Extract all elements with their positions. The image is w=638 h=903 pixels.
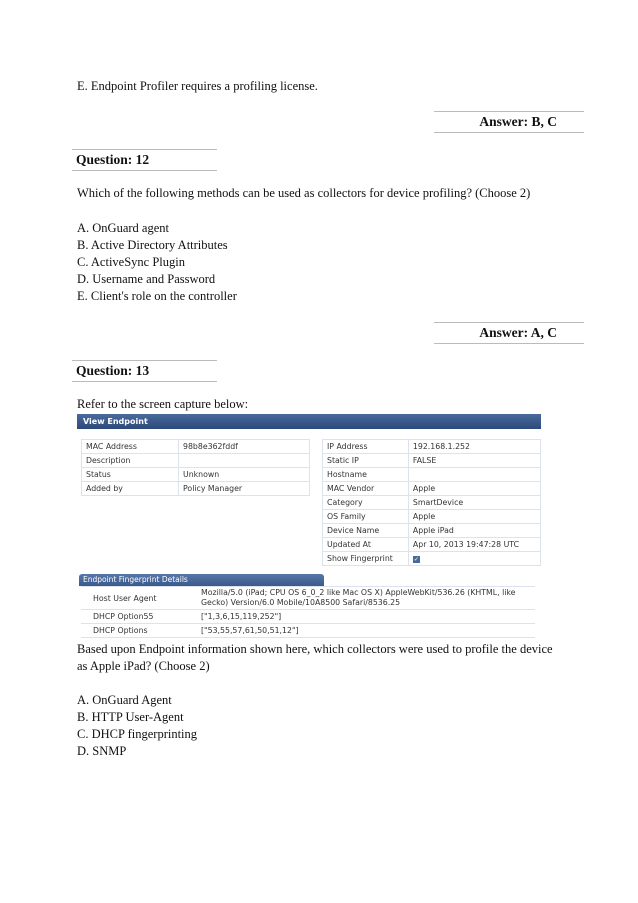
table-row: Show Fingerprint ✓ bbox=[322, 551, 541, 566]
fingerprint-table: Host User Agent Mozilla/5.0 (iPad; CPU OS… bbox=[81, 586, 535, 638]
table-row: Description bbox=[81, 453, 310, 468]
q13-intro: Refer to the screen capture below: bbox=[77, 397, 249, 411]
table-row: Host User Agent Mozilla/5.0 (iPad; CPU OS… bbox=[81, 586, 535, 610]
q12-option-b: B. Active Directory Attributes bbox=[77, 238, 228, 252]
q12-title-box: Question: 12 bbox=[72, 149, 217, 171]
q12-option-c: C. ActiveSync Plugin bbox=[77, 255, 185, 269]
field-label: Category bbox=[322, 495, 409, 510]
endpoint-screenshot: View Endpoint MAC Address 98b8e362fddf De… bbox=[77, 414, 541, 640]
table-row: DHCP Option55 ["1,3,6,15,119,252"] bbox=[81, 609, 535, 624]
field-label: MAC Address bbox=[81, 439, 179, 454]
table-row: Category SmartDevice bbox=[322, 495, 541, 510]
field-label: Updated At bbox=[322, 537, 409, 552]
field-value: Apr 10, 2013 19:47:28 UTC bbox=[407, 537, 541, 552]
field-value: 192.168.1.252 bbox=[407, 439, 541, 454]
endpoint-left-table: MAC Address 98b8e362fddf Description Stat… bbox=[81, 439, 310, 496]
table-row: DHCP Options ["53,55,57,61,50,51,12"] bbox=[81, 623, 535, 638]
field-value: ["53,55,57,61,50,51,12"] bbox=[197, 623, 535, 638]
q13-option-a: A. OnGuard Agent bbox=[77, 693, 172, 707]
field-label: DHCP Options bbox=[81, 623, 197, 638]
field-value bbox=[407, 467, 541, 482]
field-label: IP Address bbox=[322, 439, 409, 454]
field-value: ["1,3,6,15,119,252"] bbox=[197, 609, 535, 624]
field-value: SmartDevice bbox=[407, 495, 541, 510]
q11-answer: Answer: B, C bbox=[479, 114, 557, 129]
field-label: OS Family bbox=[322, 509, 409, 524]
q12-option-e: E. Client's role on the controller bbox=[77, 289, 237, 303]
q12-answer: Answer: A, C bbox=[479, 325, 557, 340]
field-label: Static IP bbox=[322, 453, 409, 468]
view-endpoint-header: View Endpoint bbox=[77, 414, 541, 429]
table-row: Hostname bbox=[322, 467, 541, 482]
field-value: Apple bbox=[407, 509, 541, 524]
field-label: Status bbox=[81, 467, 179, 482]
q13-option-c: C. DHCP fingerprinting bbox=[77, 727, 198, 741]
table-row: Status Unknown bbox=[81, 467, 310, 482]
q13-prompt-line1: Based upon Endpoint information shown he… bbox=[77, 642, 553, 656]
field-value: Unknown bbox=[178, 467, 310, 482]
q11-answer-box: Answer: B, C bbox=[434, 111, 584, 133]
field-label: Show Fingerprint bbox=[322, 551, 409, 566]
table-row: Device Name Apple iPad bbox=[322, 523, 541, 538]
q13-title: Question: 13 bbox=[76, 363, 150, 378]
q12-title: Question: 12 bbox=[76, 152, 150, 167]
endpoint-right-table: IP Address 192.168.1.252 Static IP FALSE H… bbox=[322, 439, 541, 566]
field-label: Device Name bbox=[322, 523, 409, 538]
table-row: IP Address 192.168.1.252 bbox=[322, 439, 541, 454]
field-label: Hostname bbox=[322, 467, 409, 482]
field-label: MAC Vendor bbox=[322, 481, 409, 496]
q13-option-d: D. SNMP bbox=[77, 744, 127, 758]
show-fingerprint-cell: ✓ bbox=[407, 551, 541, 566]
field-label: DHCP Option55 bbox=[81, 609, 197, 624]
field-value: Apple iPad bbox=[407, 523, 541, 538]
q12-option-d: D. Username and Password bbox=[77, 272, 216, 286]
field-value bbox=[178, 453, 310, 468]
field-label: Description bbox=[81, 453, 179, 468]
table-row: OS Family Apple bbox=[322, 509, 541, 524]
field-label: Added by bbox=[81, 481, 179, 496]
q12-option-a: A. OnGuard agent bbox=[77, 221, 169, 235]
field-value: Mozilla/5.0 (iPad; CPU OS 6_0_2 like Mac… bbox=[197, 586, 535, 610]
field-value: 98b8e362fddf bbox=[178, 439, 310, 454]
table-row: MAC Vendor Apple bbox=[322, 481, 541, 496]
table-row: Static IP FALSE bbox=[322, 453, 541, 468]
show-fingerprint-checkbox[interactable]: ✓ bbox=[412, 556, 420, 563]
fingerprint-details-header: Endpoint Fingerprint Details bbox=[79, 574, 324, 586]
q13-title-box: Question: 13 bbox=[72, 360, 217, 382]
q13-prompt-line2: as Apple iPad? (Choose 2) bbox=[77, 659, 210, 673]
q13-option-b: B. HTTP User-Agent bbox=[77, 710, 184, 724]
table-row: Updated At Apr 10, 2013 19:47:28 UTC bbox=[322, 537, 541, 552]
field-value: FALSE bbox=[407, 453, 541, 468]
q12-answer-box: Answer: A, C bbox=[434, 322, 584, 344]
table-row: Added by Policy Manager bbox=[81, 481, 310, 496]
field-value: Policy Manager bbox=[178, 481, 310, 496]
q12-prompt: Which of the following methods can be us… bbox=[77, 186, 531, 200]
field-label: Host User Agent bbox=[81, 586, 197, 610]
q11-option-e: E. Endpoint Profiler requires a profilin… bbox=[77, 79, 318, 93]
table-row: MAC Address 98b8e362fddf bbox=[81, 439, 310, 454]
field-value: Apple bbox=[407, 481, 541, 496]
